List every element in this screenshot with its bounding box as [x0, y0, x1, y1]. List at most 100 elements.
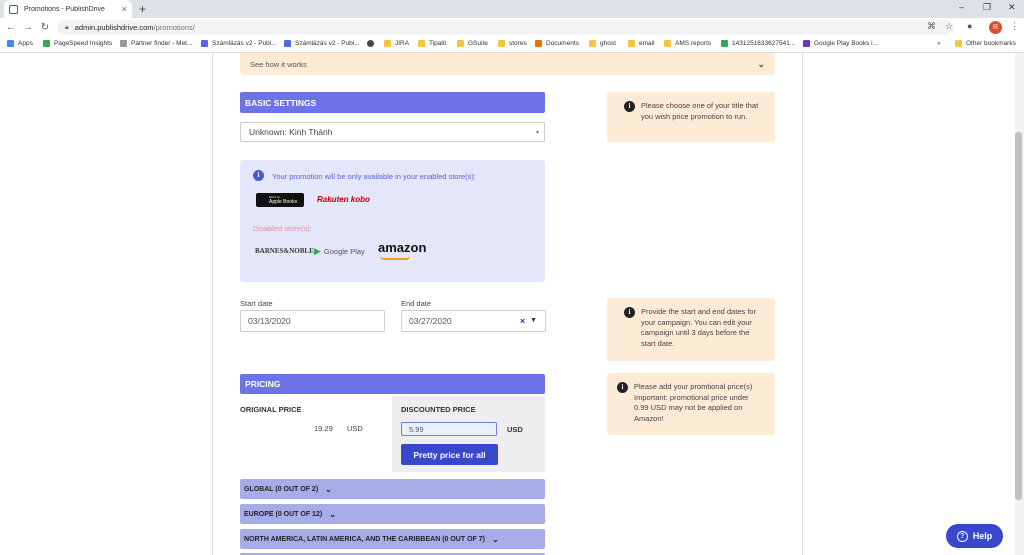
apps-grid-icon [7, 40, 14, 47]
bookmark-apps[interactable]: Apps [7, 40, 33, 47]
folder-icon [384, 40, 391, 47]
region-global[interactable]: GLOBAL (0 OUT OF 2) ⌄ [240, 479, 545, 499]
translate-icon[interactable]: ⌘ [927, 21, 936, 32]
stores-panel: i Your promotion will be only available … [240, 160, 545, 282]
bookmark-ams-reports[interactable]: AMS reports [664, 40, 711, 47]
discounted-price-label: DISCOUNTED PRICE [401, 405, 476, 414]
discounted-price-input[interactable]: 5.99 [401, 422, 497, 436]
original-price-currency: USD [347, 424, 363, 433]
google-play-icon [721, 40, 728, 47]
bookmark-stores[interactable]: stores [498, 40, 527, 47]
play-books-icon [803, 40, 810, 47]
chevron-down-icon: ⌄ [491, 534, 499, 544]
publishdrive-icon [284, 40, 291, 47]
menu-icon[interactable]: ⋮ [1010, 21, 1019, 32]
pretty-price-button[interactable]: Pretty price for all [401, 444, 498, 465]
title-select[interactable]: Unknown: Kinh Thánh ▾ [240, 122, 545, 142]
lock-icon: 🔒︎ [65, 23, 69, 31]
bookmark-jira[interactable]: JIRA [384, 40, 409, 47]
how-it-works-label: See how it works [250, 59, 307, 69]
bookmark-pagespeed[interactable]: PageSpeed Insights [43, 40, 112, 47]
browser-toolbar: ← → ↻ 🔒︎ admin.publishdrive.com/promotio… [0, 18, 1024, 37]
new-tab-button[interactable]: + [139, 2, 146, 16]
folder-icon [955, 40, 962, 47]
documents-icon [535, 40, 542, 47]
tab-title: Promotions - PublishDrive [24, 5, 105, 13]
amazon-smile-icon [380, 256, 410, 260]
bookmark-tipalti[interactable]: Tipalti [418, 40, 446, 47]
original-price-label: ORIGINAL PRICE [240, 405, 302, 414]
info-icon: i [253, 170, 264, 181]
back-icon[interactable]: ← [4, 22, 18, 33]
close-tab-icon[interactable]: × [122, 4, 127, 14]
star-icon[interactable]: ☆ [945, 21, 953, 32]
bookmark-other[interactable]: Other bookmarks [955, 40, 1016, 47]
bookmark-google-play-books[interactable]: Google Play Books i... [803, 40, 878, 47]
enabled-stores-text: Your promotion will be only available in… [272, 172, 477, 181]
bookmark-documents[interactable]: Documents [535, 40, 579, 47]
restore-icon[interactable]: ❐ [983, 2, 991, 13]
disabled-stores-label: Disabled store(s): [253, 224, 312, 233]
folder-icon [589, 40, 596, 47]
chevron-down-icon: ⌄ [325, 484, 332, 494]
title-info-note: i Please choose one of your title that y… [607, 92, 775, 142]
profile-avatar[interactable]: R [989, 21, 1002, 34]
bookmark-szamlazas-1[interactable]: Számlázás v2 - Publ... [201, 40, 277, 47]
folder-icon [498, 40, 505, 47]
scrollbar-thumb[interactable] [1015, 132, 1022, 500]
discounted-price-currency: USD [507, 425, 523, 434]
address-bar[interactable]: 🔒︎ admin.publishdrive.com/promotions/ [57, 20, 954, 35]
start-date-input[interactable]: 03/13/2020 [240, 310, 385, 332]
reload-icon[interactable]: ↻ [38, 22, 52, 33]
folder-icon [418, 40, 425, 47]
google-play-icon: ▶ [314, 246, 321, 256]
info-icon: i [617, 382, 628, 393]
page-icon [120, 40, 127, 47]
tab-bar: Promotions - PublishDrive × + – ❐ ✕ [0, 0, 1024, 18]
extension-icon[interactable]: ● [967, 21, 972, 31]
barnes-noble-logo: BARNES&NOBLE [255, 247, 314, 255]
title-select-value: Unknown: Kinh Thánh [249, 127, 333, 137]
bookmark-google-play-link[interactable]: 1431251633627541... [721, 40, 795, 47]
question-icon: ? [956, 530, 968, 542]
dates-info-note: i Provide the start and end dates for yo… [607, 298, 775, 361]
how-it-works-toggle[interactable]: See how it works ⌄ [240, 53, 775, 75]
start-date-label: Start date [240, 299, 273, 308]
info-icon: i [624, 101, 635, 112]
date-dropdown-icon[interactable]: ▼ [530, 317, 537, 324]
amazon-logo: amazon [378, 240, 427, 255]
url-host: admin.publishdrive.com [74, 23, 154, 32]
select-arrow-icon: ▾ [535, 129, 539, 136]
folder-icon [664, 40, 671, 47]
apple-books-logo: Get it on Apple Books [256, 193, 304, 207]
clear-date-icon[interactable]: × [520, 316, 525, 326]
bookmark-szamlazas-2[interactable]: Számlázás v2 - Publ... [284, 40, 360, 47]
publishdrive-icon [201, 40, 208, 47]
close-window-icon[interactable]: ✕ [1008, 2, 1016, 13]
end-date-input[interactable]: 03/27/2020 × ▼ [401, 310, 546, 332]
pagespeed-icon [43, 40, 50, 47]
basic-settings-header: BASIC SETTINGS [240, 92, 545, 113]
end-date-label: End date [401, 299, 432, 308]
forward-icon[interactable]: → [21, 22, 35, 33]
bookmarks-bar: Apps PageSpeed Insights Partner finder -… [0, 37, 1024, 53]
original-price-value: 19.29 [314, 424, 333, 433]
minimize-icon[interactable]: – [959, 2, 964, 12]
browser-tab[interactable]: Promotions - PublishDrive × [4, 0, 132, 18]
scrollbar[interactable] [1015, 53, 1024, 555]
bookmark-partner-finder[interactable]: Partner finder - Met... [120, 40, 192, 47]
rakuten-kobo-logo: Rakuten kobo [317, 195, 370, 204]
region-europe[interactable]: EUROPE (0 OUT OF 12) ⌄ [240, 504, 545, 524]
bookmark-globe[interactable] [367, 40, 378, 47]
chevron-down-icon: ⌄ [757, 58, 765, 69]
bookmark-ghost[interactable]: ghost [589, 40, 616, 47]
bookmark-gsuite[interactable]: GSuite [457, 40, 488, 47]
globe-icon [367, 40, 374, 47]
bookmarks-overflow-icon[interactable]: » [937, 40, 941, 47]
publishdrive-favicon-icon [9, 4, 18, 14]
help-button[interactable]: ? Help [946, 524, 1003, 548]
bookmark-email[interactable]: email [628, 40, 655, 47]
google-play-logo: ▶ Google Play [314, 246, 365, 256]
folder-icon [628, 40, 635, 47]
region-north-america[interactable]: NORTH AMERICA, LATIN AMERICA, AND THE CA… [240, 529, 545, 549]
